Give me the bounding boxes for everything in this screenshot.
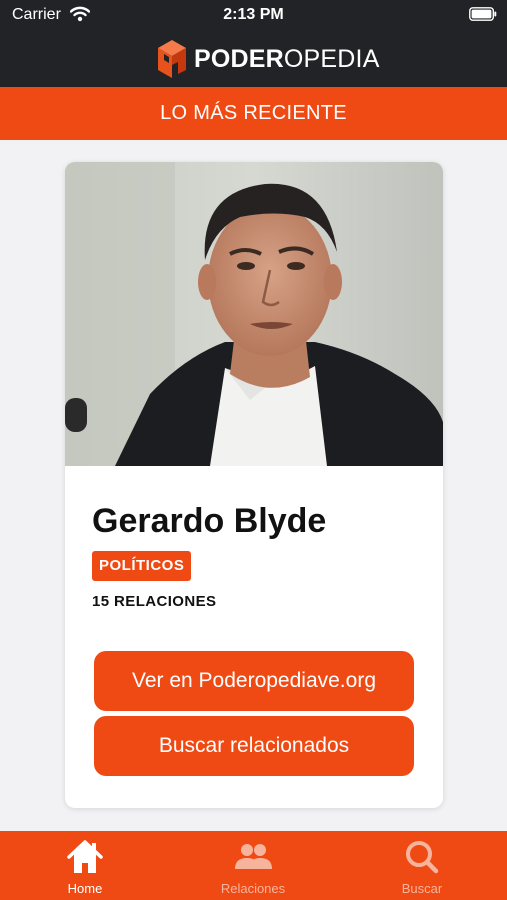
logo-wordmark: PODEROPEDIA (194, 45, 380, 74)
tab-relaciones[interactable]: Relaciones (193, 831, 313, 900)
search-related-button[interactable]: Buscar relacionados (94, 716, 414, 776)
category-badge[interactable]: POLÍTICOS (92, 551, 192, 581)
profile-card: Gerardo Blyde POLÍTICOS 15 RELACIONES Ve… (65, 162, 443, 808)
app-header: PODEROPEDIA (0, 30, 507, 87)
poderopedia-logo: PODEROPEDIA (156, 37, 380, 81)
tab-home[interactable]: Home (25, 831, 145, 900)
tab-relaciones-label: Relaciones (220, 881, 286, 896)
search-icon (406, 841, 439, 874)
home-icon (67, 840, 103, 873)
section-title: LO MÁS RECIENTE (160, 102, 347, 124)
logo-text-bold: PODER (194, 44, 284, 73)
relations-count: 15 RELACIONES (92, 593, 217, 610)
tab-buscar[interactable]: Buscar (362, 831, 482, 900)
portrait-photo (65, 162, 443, 466)
logo-text-light: OPEDIA (283, 44, 380, 73)
section-title-bar: LO MÁS RECIENTE (0, 87, 507, 140)
tab-bar: Home Relaciones Buscar (0, 831, 507, 900)
status-bar: Carrier 2:13 PM (0, 0, 507, 30)
tab-home-label: Home (67, 881, 103, 896)
battery-icon (469, 7, 497, 21)
person-name: Gerardo Blyde (92, 502, 327, 540)
people-icon (235, 844, 272, 869)
status-time: 2:13 PM (223, 6, 284, 23)
tab-buscar-label: Buscar (401, 881, 443, 896)
view-on-website-button[interactable]: Ver en Poderopediave.org (94, 651, 414, 711)
logo-mark-icon (158, 40, 186, 78)
